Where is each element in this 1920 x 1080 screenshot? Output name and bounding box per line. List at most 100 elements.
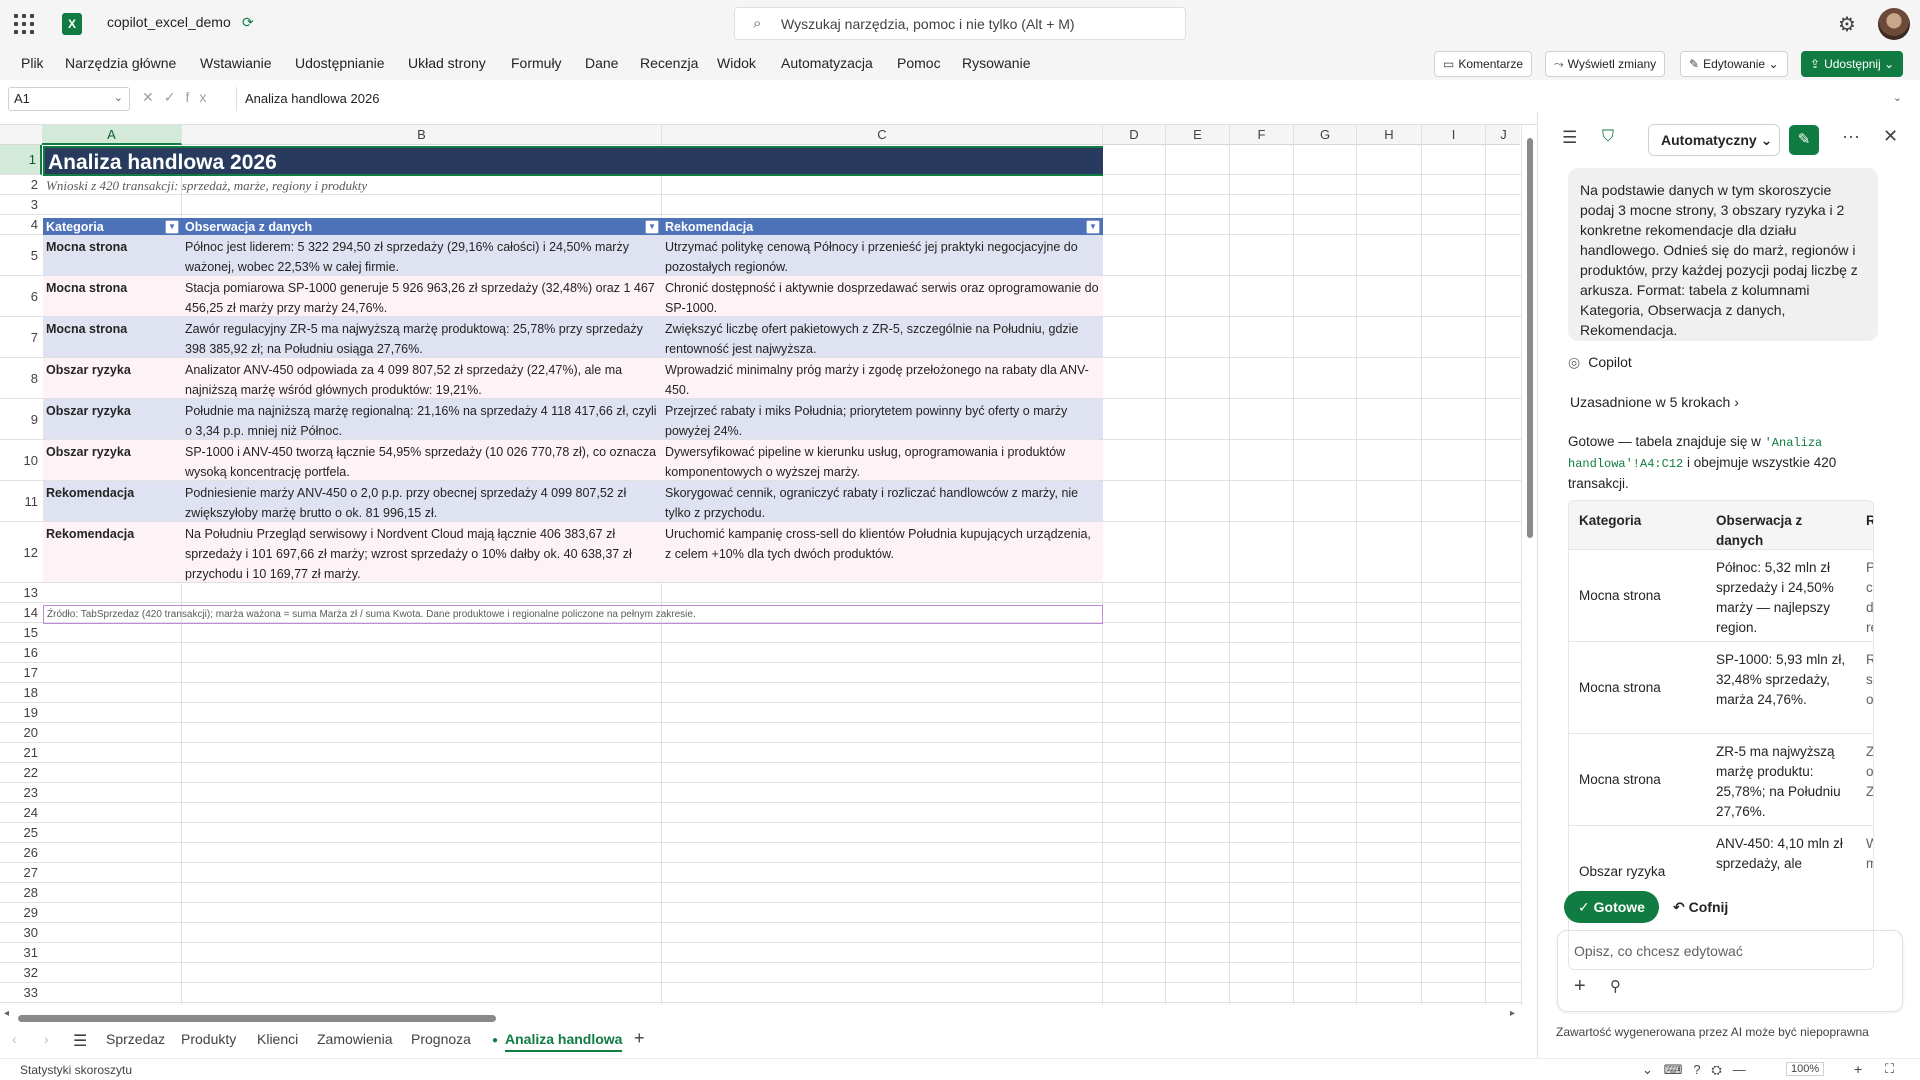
avatar[interactable] (1878, 8, 1910, 40)
row-header[interactable]: 6 (0, 276, 42, 317)
row-header[interactable]: 22 (0, 763, 42, 783)
row-header[interactable]: 21 (0, 743, 42, 763)
edit-mode-button[interactable]: ✎ (1789, 125, 1819, 155)
menu-widok[interactable]: Widok (717, 55, 756, 71)
copilot-input[interactable]: Opisz, co chcesz edytować + ⚲ (1557, 930, 1903, 1012)
column-header[interactable]: G (1294, 125, 1357, 145)
search-box[interactable]: ⌕ Wyszukaj narzędzia, pomoc i nie tylko … (734, 7, 1186, 40)
menu-pomoc[interactable]: Pomoc (897, 55, 941, 71)
column-header[interactable]: B (182, 125, 662, 145)
recommendation-cell[interactable]: Uruchomić kampanię cross-sell do klientó… (662, 522, 1103, 582)
filter-dropdown-icon[interactable]: ▼ (645, 220, 659, 234)
observation-cell[interactable]: Stacja pomiarowa SP-1000 generuje 5 926 … (182, 276, 662, 316)
category-cell[interactable]: Obszar ryzyka (43, 440, 182, 480)
confirm-icon[interactable]: ✓ (164, 89, 186, 105)
row-header[interactable]: 13 (0, 583, 42, 603)
menu-dane[interactable]: Dane (585, 55, 618, 71)
category-cell[interactable]: Rekomendacja (43, 481, 182, 521)
scroll-left-icon[interactable]: ◂ (4, 1008, 9, 1019)
row-header[interactable]: 10 (0, 440, 42, 481)
observation-cell[interactable]: SP-1000 i ANV-450 tworzą łącznie 54,95% … (182, 440, 662, 480)
row-header[interactable]: 31 (0, 943, 42, 963)
tab-analiza-handlowa[interactable]: Analiza handlowa (505, 1031, 623, 1052)
source-note[interactable]: Źródło: TabSprzedaz (420 transakcji); ma… (43, 605, 1103, 624)
menu-udostepnianie[interactable]: Udostępnianie (295, 55, 385, 71)
tab-produkty[interactable]: Produkty (181, 1031, 236, 1047)
observation-cell[interactable]: Na Południu Przegląd serwisowy i Nordven… (182, 522, 662, 582)
formula-input[interactable]: Analiza handlowa 2026 ⌄ (236, 87, 1912, 111)
app-launcher-icon[interactable] (14, 14, 34, 34)
vertical-scrollbar[interactable] (1524, 134, 1534, 1002)
recommendation-cell[interactable]: Skorygować cennik, ograniczyć rabaty i r… (662, 481, 1103, 521)
row-header[interactable]: 19 (0, 703, 42, 723)
tab-sprzedaz[interactable]: Sprzedaz (106, 1031, 165, 1047)
tab-klienci[interactable]: Klienci (257, 1031, 298, 1047)
row-header[interactable]: 8 (0, 358, 42, 399)
column-header[interactable]: H (1357, 125, 1422, 145)
row-header[interactable]: 15 (0, 623, 42, 643)
column-header[interactable]: C (662, 125, 1103, 145)
row-header[interactable]: 32 (0, 963, 42, 983)
column-header[interactable]: E (1166, 125, 1230, 145)
scroll-thumb[interactable] (18, 1015, 496, 1022)
more-options-icon[interactable]: ··· (1842, 126, 1860, 147)
row-header[interactable]: 26 (0, 843, 42, 863)
recommendation-cell[interactable]: Dywersyfikować pipeline w kierunku usług… (662, 440, 1103, 480)
category-cell[interactable]: Mocna strona (43, 276, 182, 316)
observation-cell[interactable]: Podniesienie marży ANV-450 o 2,0 p.p. pr… (182, 481, 662, 521)
undo-button[interactable]: ↶ Cofnij (1673, 891, 1728, 923)
menu-plik[interactable]: Plik (21, 55, 44, 71)
row-header[interactable]: 3 (0, 195, 42, 215)
workbook-statistics[interactable]: Statystyki skoroszytu (20, 1063, 132, 1077)
sheet-subtitle[interactable]: Wnioski z 420 transakcji: sprzedaż, marż… (43, 176, 1103, 196)
scroll-thumb[interactable] (1527, 138, 1533, 538)
row-header[interactable]: 7 (0, 317, 42, 358)
category-cell[interactable]: Obszar ryzyka (43, 399, 182, 439)
row-header[interactable]: 33 (0, 983, 42, 1003)
menu-uklad-strony[interactable]: Układ strony (408, 55, 486, 71)
recommendation-cell[interactable]: Chronić dostępność i aktywnie dosprzedaw… (662, 276, 1103, 316)
add-sheet-icon[interactable]: + (634, 1028, 645, 1049)
close-icon[interactable]: ✕ (1883, 126, 1898, 147)
row-header[interactable]: 1 (0, 145, 42, 175)
row-header[interactable]: 30 (0, 923, 42, 943)
recommendation-cell[interactable]: Wprowadzić minimalny próg marży i zgodę … (662, 358, 1103, 398)
row-header[interactable]: 9 (0, 399, 42, 440)
settings-icon[interactable]: ⚙ (1838, 12, 1856, 37)
row-header[interactable]: 29 (0, 903, 42, 923)
all-sheets-menu-icon[interactable]: ☰ (73, 1031, 87, 1051)
menu-rysowanie[interactable]: Rysowanie (962, 55, 1030, 71)
tab-prognoza[interactable]: Prognoza (411, 1031, 471, 1047)
menu-automatyzacja[interactable]: Automatyzacja (781, 55, 873, 71)
row-header[interactable]: 20 (0, 723, 42, 743)
prev-sheet-icon[interactable]: ‹ (12, 1031, 17, 1047)
zoom-in-icon[interactable]: + (1854, 1061, 1862, 1077)
document-name[interactable]: copilot_excel_demo (107, 14, 231, 30)
editing-mode-button[interactable]: ✎ Edytowanie ⌄ (1680, 51, 1788, 77)
row-header[interactable]: 23 (0, 783, 42, 803)
row-header[interactable]: 14 (0, 603, 42, 623)
category-cell[interactable]: Obszar ryzyka (43, 358, 182, 398)
column-header[interactable]: I (1422, 125, 1486, 145)
category-cell[interactable]: Rekomendacja (43, 522, 182, 582)
history-icon[interactable]: ☰ (1562, 128, 1577, 148)
show-changes-button[interactable]: ⤳ Wyświetl zmiany (1545, 51, 1666, 77)
column-header[interactable]: D (1103, 125, 1166, 145)
comments-button[interactable]: ▭ Komentarze (1434, 51, 1533, 77)
function-icon[interactable]: fx (185, 89, 216, 105)
chevron-down-icon[interactable]: ⌄ (114, 91, 123, 104)
tab-zamowienia[interactable]: Zamowienia (317, 1031, 392, 1047)
observation-cell[interactable]: Analizator ANV-450 odpowiada za 4 099 80… (182, 358, 662, 398)
scroll-right-icon[interactable]: ▸ (1510, 1008, 1515, 1019)
row-header[interactable]: 25 (0, 823, 42, 843)
menu-recenzja[interactable]: Recenzja (640, 55, 698, 71)
menu-narzedzia-glowne[interactable]: Narzędzia główne (65, 55, 176, 71)
name-box[interactable]: A1 ⌄ (8, 87, 130, 111)
row-header[interactable]: 2 (0, 175, 42, 195)
menu-wstawianie[interactable]: Wstawianie (200, 55, 272, 71)
category-cell[interactable]: Mocna strona (43, 317, 182, 357)
column-header[interactable]: F (1230, 125, 1294, 145)
row-header[interactable]: 11 (0, 481, 42, 522)
reasoning-steps-link[interactable]: Uzasadnione w 5 krokach › (1570, 394, 1739, 410)
row-header[interactable]: 12 (0, 522, 42, 583)
